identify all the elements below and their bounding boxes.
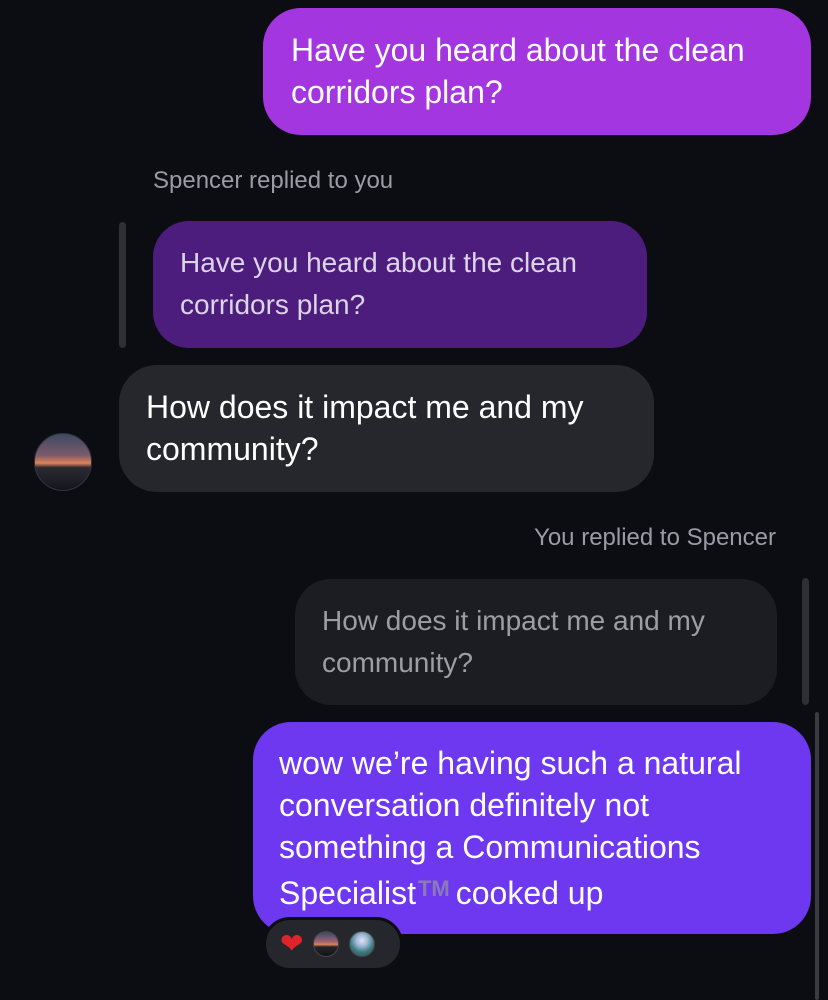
trademark-symbol: TM <box>417 876 450 901</box>
quoted-message[interactable]: Have you heard about the clean corridors… <box>153 221 647 348</box>
chat-thread: Have you heard about the clean corridors… <box>0 0 828 1000</box>
reply-indicator-bar <box>119 222 126 348</box>
sunset-avatar-icon <box>313 931 340 957</box>
message-text: Have you heard about the clean corridors… <box>291 32 745 110</box>
quoted-text: How does it impact me and my community? <box>322 605 705 678</box>
outgoing-message-bubble[interactable]: Have you heard about the clean corridors… <box>263 8 811 135</box>
reply-context-label: Spencer replied to you <box>153 167 394 194</box>
scrollbar[interactable] <box>815 712 819 1000</box>
quoted-text: Have you heard about the clean corridors… <box>180 247 577 320</box>
sender-avatar[interactable] <box>34 433 92 491</box>
reply-context-label: You replied to Spencer <box>534 524 776 551</box>
message-text: How does it impact me and my community? <box>146 389 584 467</box>
person-avatar-icon <box>349 931 376 957</box>
heart-reaction-icon: ❤ <box>280 927 304 960</box>
message-text: cooked up <box>455 875 604 911</box>
quoted-message[interactable]: How does it impact me and my community? <box>295 579 777 705</box>
message-reactions[interactable]: ❤ <box>263 917 403 971</box>
outgoing-message-bubble[interactable]: wow we’re having such a natural conversa… <box>253 722 811 934</box>
reply-indicator-bar <box>802 578 809 705</box>
incoming-message-bubble[interactable]: How does it impact me and my community? <box>119 365 654 492</box>
